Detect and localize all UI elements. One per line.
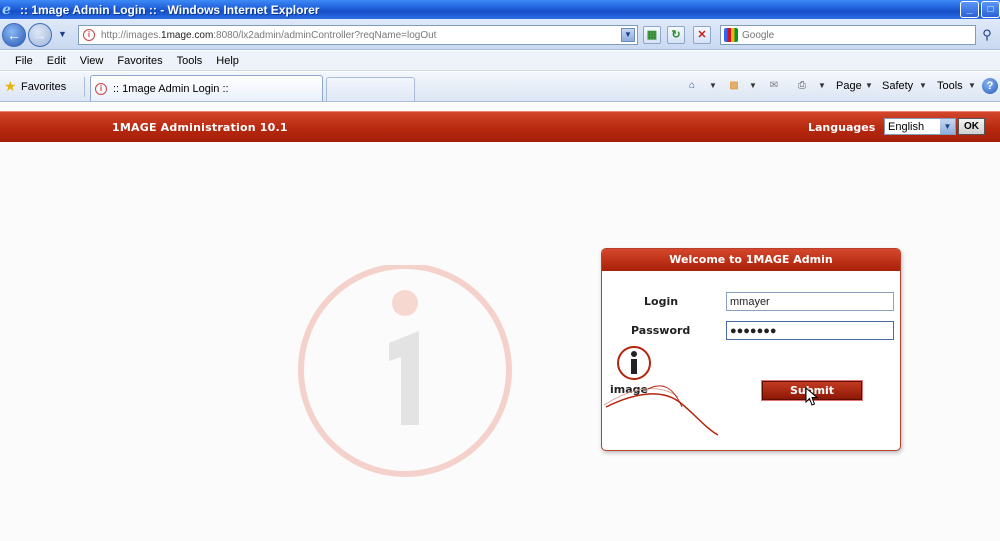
window-controls: _ □ xyxy=(960,1,1000,18)
address-url[interactable]: http://images.1mage.com:8080/lx2admin/ad… xyxy=(101,30,436,41)
print-icon[interactable]: ⎙ xyxy=(794,78,810,94)
feeds-icon[interactable]: ▩ xyxy=(726,78,742,94)
address-bar[interactable]: i http://images.1mage.com:8080/lx2admin/… xyxy=(78,25,638,45)
compatibility-view-icon[interactable]: ▦ xyxy=(643,26,661,44)
tab-favicon-icon: i xyxy=(95,82,107,95)
print-dropdown-icon[interactable]: ▼ xyxy=(818,81,826,90)
home-icon[interactable]: ⌂ xyxy=(684,78,700,94)
tab-label: :: 1mage Admin Login :: xyxy=(113,82,229,95)
password-label: Password xyxy=(631,324,691,337)
safety-menu[interactable]: Safety xyxy=(882,80,913,92)
password-input[interactable] xyxy=(726,321,894,340)
home-dropdown-icon[interactable]: ▼ xyxy=(709,81,717,90)
tools-menu[interactable]: Tools xyxy=(937,80,963,92)
tab-admin-login[interactable]: i :: 1mage Admin Login :: xyxy=(90,75,323,101)
1mage-logo-icon: image xyxy=(604,346,719,436)
ie-logo-icon: e xyxy=(2,1,11,18)
page-menu-arrow-icon: ▼ xyxy=(865,81,873,90)
tools-menu-arrow-icon: ▼ xyxy=(968,81,976,90)
mail-icon[interactable]: ✉ xyxy=(766,78,782,94)
back-button[interactable]: ← xyxy=(2,23,26,47)
chevron-down-icon[interactable]: ▼ xyxy=(940,119,955,134)
language-ok-button[interactable]: OK xyxy=(958,118,985,135)
page-content: 1MAGE Administration 10.1 Languages Engl… xyxy=(0,103,1000,541)
safety-menu-arrow-icon: ▼ xyxy=(919,81,927,90)
minimize-button[interactable]: _ xyxy=(960,1,979,18)
window-title-bar: e :: 1mage Admin Login :: - Windows Inte… xyxy=(0,0,1000,19)
language-select[interactable]: English ▼ xyxy=(884,118,956,135)
page-menu[interactable]: Page xyxy=(836,80,862,92)
window-title: :: 1mage Admin Login :: - Windows Intern… xyxy=(20,2,320,17)
refresh-icon[interactable]: ↻ xyxy=(667,26,685,44)
favorites-bar: ★ Favorites i :: 1mage Admin Login :: ⌂ … xyxy=(0,72,1000,102)
menu-file[interactable]: File xyxy=(8,55,40,67)
help-icon[interactable]: ? xyxy=(982,78,998,94)
search-input[interactable] xyxy=(742,29,942,41)
favorites-button[interactable]: Favorites xyxy=(21,81,66,93)
arrow-left-icon: ← xyxy=(7,27,21,43)
page-favicon-icon: i xyxy=(83,29,95,41)
site-title: 1MAGE Administration 10.1 xyxy=(112,121,288,134)
new-tab-button[interactable] xyxy=(326,77,415,101)
menu-edit[interactable]: Edit xyxy=(40,55,73,67)
watermark-logo-icon xyxy=(298,265,512,477)
languages-label: Languages xyxy=(808,121,876,134)
favorites-star-icon[interactable]: ★ xyxy=(4,79,17,93)
menu-help[interactable]: Help xyxy=(209,55,246,67)
stop-icon[interactable]: ✕ xyxy=(693,26,711,44)
favorites-separator xyxy=(84,77,85,97)
google-icon: G xyxy=(724,28,738,42)
mouse-pointer-icon xyxy=(805,387,819,406)
login-label: Login xyxy=(644,295,679,308)
site-header: 1MAGE Administration 10.1 Languages Engl… xyxy=(0,111,1000,142)
menu-bar: File Edit View Favorites Tools Help xyxy=(0,51,1000,71)
feeds-dropdown-icon[interactable]: ▼ xyxy=(749,81,757,90)
arrow-right-icon: → xyxy=(33,27,47,43)
menu-tools[interactable]: Tools xyxy=(170,55,210,67)
login-heading: Welcome to 1MAGE Admin xyxy=(602,249,900,271)
login-panel: Welcome to 1MAGE Admin Login Password im… xyxy=(601,248,901,451)
login-input[interactable] xyxy=(726,292,894,311)
menu-view[interactable]: View xyxy=(73,55,111,67)
menu-favorites[interactable]: Favorites xyxy=(110,55,169,67)
language-select-value: English xyxy=(888,120,925,133)
maximize-button[interactable]: □ xyxy=(981,1,1000,18)
search-box[interactable]: G xyxy=(720,25,976,45)
address-dropdown-button[interactable]: ▼ xyxy=(621,28,635,42)
recent-pages-dropdown[interactable]: ▼ xyxy=(58,29,68,39)
forward-button[interactable]: → xyxy=(28,23,52,47)
search-magnifier-icon[interactable]: ⚲ xyxy=(978,26,996,44)
address-toolbar: ← → ▼ i http://images.1mage.com:8080/lx2… xyxy=(0,19,1000,50)
